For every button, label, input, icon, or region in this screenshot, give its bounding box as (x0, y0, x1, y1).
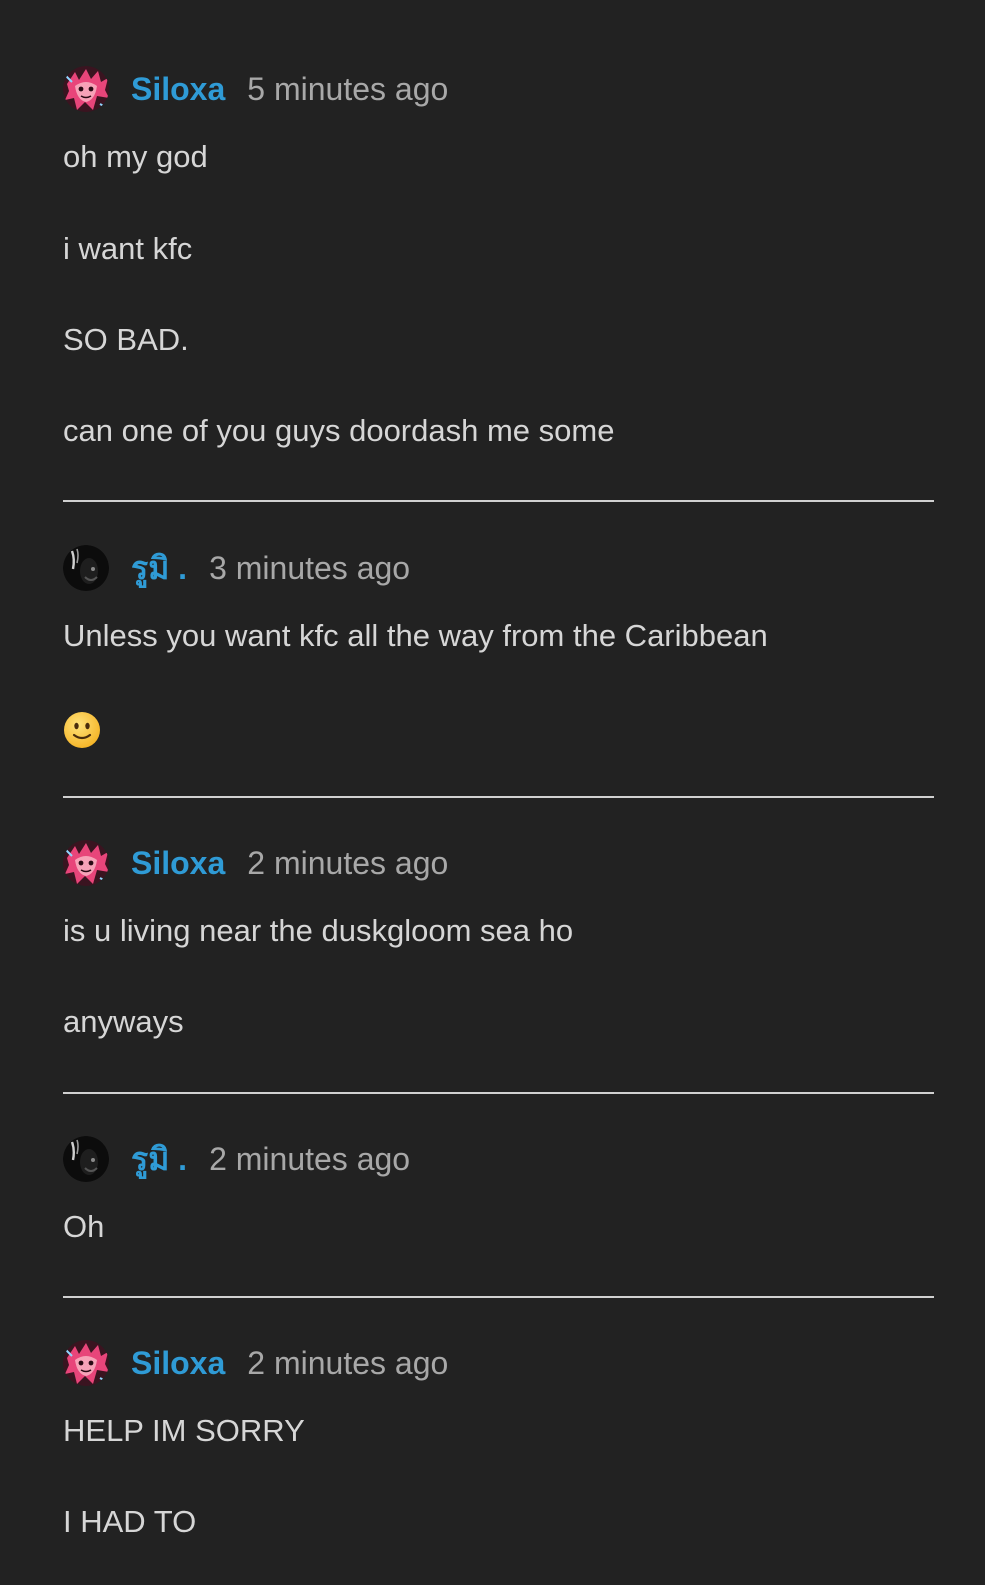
comment-header: Siloxa 2 minutes ago (63, 1339, 934, 1387)
avatar[interactable] (63, 840, 109, 886)
timestamp[interactable]: 5 minutes ago (247, 65, 448, 113)
comment-text: oh my god (63, 139, 208, 174)
comment: Siloxa 2 minutes ago is u living near th… (63, 839, 934, 1039)
comment: รูมิ . 2 minutes ago Oh (63, 1135, 934, 1244)
comment-text: can one of you guys doordash me some (63, 413, 615, 448)
comment-text: Oh (63, 1209, 105, 1244)
avatar[interactable] (63, 545, 109, 591)
comment-divider (63, 1296, 934, 1298)
comment-text: I HAD TO (63, 1504, 197, 1539)
username[interactable]: รูมิ . (131, 1135, 187, 1183)
username[interactable]: Siloxa (131, 65, 225, 113)
siloxa-avatar-icon (63, 840, 109, 886)
rumi-avatar-icon (63, 1136, 109, 1182)
timestamp[interactable]: 2 minutes ago (209, 1135, 410, 1183)
comment-text: anyways (63, 1004, 184, 1039)
slightly-smiling-face-icon (63, 711, 101, 749)
username[interactable]: Siloxa (131, 839, 225, 887)
comment: Siloxa 5 minutes ago oh my god i want kf… (63, 65, 934, 448)
timestamp[interactable]: 2 minutes ago (247, 1339, 448, 1387)
comment-text: HELP IM SORRY (63, 1413, 305, 1448)
comment-header: Siloxa 5 minutes ago (63, 65, 934, 113)
avatar[interactable] (63, 1340, 109, 1386)
rumi-avatar-icon (63, 545, 109, 591)
siloxa-avatar-icon (63, 1340, 109, 1386)
comment-text: i want kfc (63, 231, 193, 266)
comment-text: Unless you want kfc all the way from the… (63, 618, 768, 653)
comment-divider (63, 796, 934, 798)
comment-header: รูมิ . 2 minutes ago (63, 1135, 934, 1183)
comment-header: Siloxa 2 minutes ago (63, 839, 934, 887)
timestamp[interactable]: 2 minutes ago (247, 839, 448, 887)
comment-text: SO BAD. (63, 322, 189, 357)
comment-divider (63, 500, 934, 502)
comment-divider (63, 1092, 934, 1094)
avatar[interactable] (63, 66, 109, 112)
siloxa-avatar-icon (63, 66, 109, 112)
timestamp[interactable]: 3 minutes ago (209, 544, 410, 592)
avatar[interactable] (63, 1136, 109, 1182)
username[interactable]: รูมิ . (131, 544, 187, 592)
comment-header: รูมิ . 3 minutes ago (63, 544, 934, 592)
comment-text: is u living near the duskgloom sea ho (63, 913, 574, 948)
comment: Siloxa 2 minutes ago HELP IM SORRY I HAD… (63, 1339, 934, 1539)
comment: รูมิ . 3 minutes ago Unless you want kfc… (63, 544, 934, 748)
username[interactable]: Siloxa (131, 1339, 225, 1387)
